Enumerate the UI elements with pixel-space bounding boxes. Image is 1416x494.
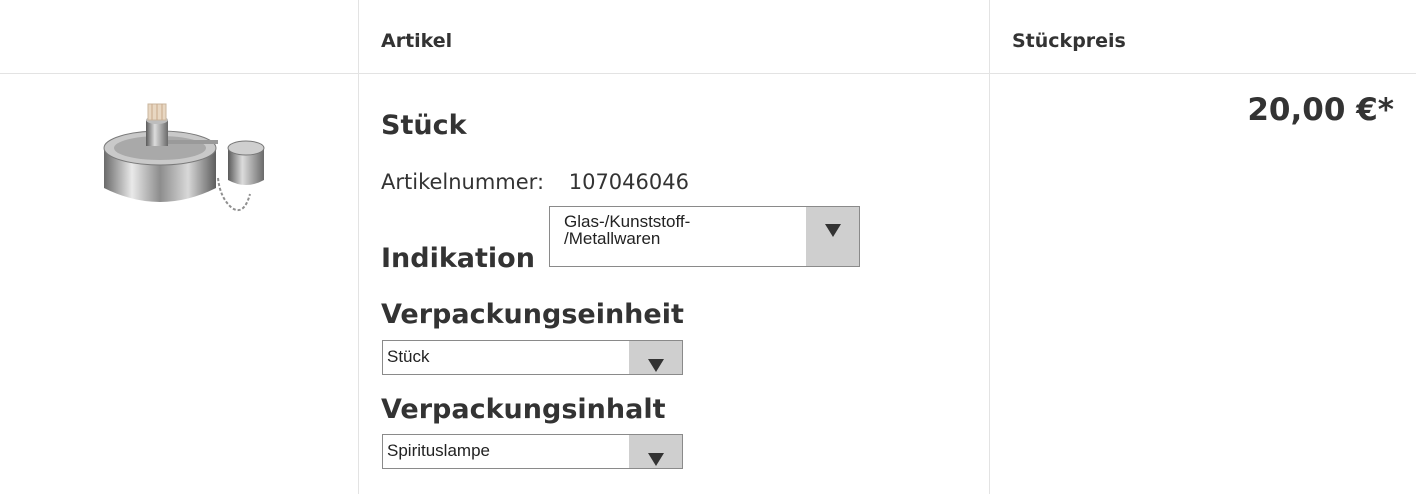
- column-divider: [989, 0, 990, 494]
- indikation-selected: Glas-/Kunststoff- /Metallwaren: [564, 212, 691, 248]
- header-article: Artikel: [381, 30, 453, 52]
- indikation-label: Indikation: [381, 243, 535, 274]
- verpackungseinheit-label: Verpackungseinheit: [381, 299, 684, 330]
- chevron-down-icon: [648, 453, 664, 466]
- chevron-down-icon: [648, 359, 664, 372]
- indikation-dropdown-button[interactable]: [806, 207, 859, 266]
- verpackungseinheit-selected: Stück: [387, 347, 430, 366]
- verpackungseinheit-select[interactable]: Stück: [382, 340, 683, 375]
- unit-price: 20,00 €*: [1247, 92, 1394, 128]
- verpackungseinheit-dropdown-button[interactable]: [629, 341, 682, 374]
- column-divider: [358, 0, 359, 494]
- chevron-down-icon: [825, 224, 841, 237]
- spirit-lamp-image[interactable]: [100, 98, 278, 220]
- verpackungsinhalt-selected: Spirituslampe: [387, 441, 490, 460]
- verpackungsinhalt-select[interactable]: Spirituslampe: [382, 434, 683, 469]
- header-divider: [0, 73, 1416, 74]
- cart-table: Artikel Stückpreis Stück Artikelnummer: …: [0, 0, 1416, 494]
- article-number-value: 107046046: [568, 170, 689, 194]
- indikation-select[interactable]: Glas-/Kunststoff- /Metallwaren: [549, 206, 860, 267]
- product-title[interactable]: Stück: [381, 110, 467, 141]
- verpackungsinhalt-dropdown-button[interactable]: [629, 435, 682, 468]
- article-number-label: Artikelnummer:: [381, 170, 545, 194]
- header-unit-price: Stückpreis: [1012, 30, 1126, 52]
- verpackungsinhalt-label: Verpackungsinhalt: [381, 394, 666, 425]
- article-number: Artikelnummer: 107046046: [381, 170, 689, 194]
